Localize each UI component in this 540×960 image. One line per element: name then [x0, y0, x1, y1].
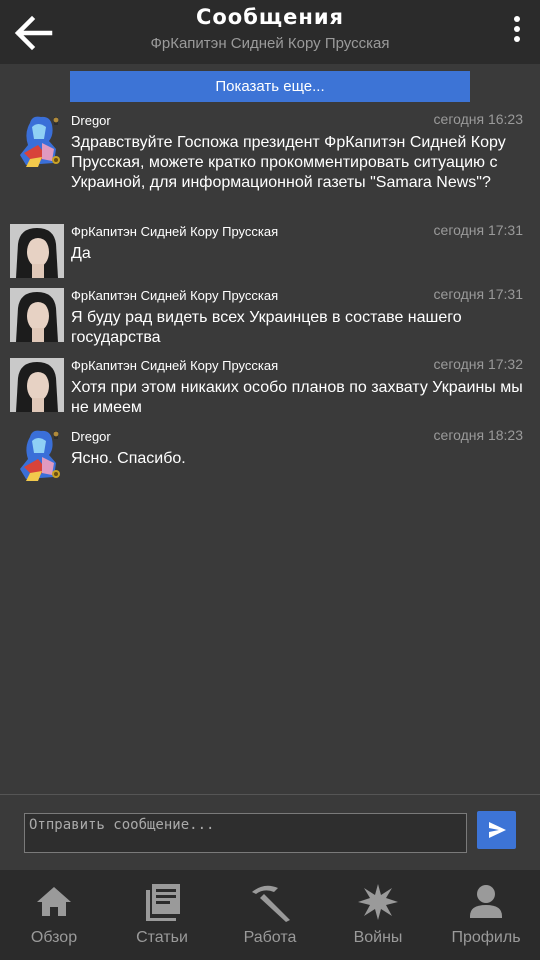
- pickaxe-icon: [252, 885, 290, 922]
- message-time: сегодня 16:23: [433, 111, 523, 127]
- message-author[interactable]: Dregor: [71, 113, 111, 128]
- tab-label: Профиль: [451, 929, 521, 946]
- more-menu-button[interactable]: [512, 16, 522, 48]
- tab-profile[interactable]: Профиль: [432, 870, 540, 960]
- tab-label: Работа: [243, 929, 297, 946]
- articles-icon: [146, 884, 180, 921]
- message-input[interactable]: [24, 813, 467, 853]
- avatar-photo-image: [10, 288, 64, 342]
- message-author[interactable]: ФрКапитэн Сидней Кору Прусская: [71, 288, 278, 303]
- message-time: сегодня 17:31: [433, 222, 523, 238]
- message-time: сегодня 17:32: [433, 356, 523, 372]
- page-title: Сообщения: [195, 5, 345, 29]
- message-author[interactable]: ФрКапитэн Сидней Кору Прусская: [71, 358, 278, 373]
- avatar[interactable]: [10, 358, 64, 412]
- conversation-subtitle: ФрКапитэн Сидней Кору Прусская: [150, 35, 390, 52]
- avatar-photo-image: [10, 358, 64, 412]
- profile-icon: [470, 885, 502, 918]
- avatar[interactable]: [10, 224, 64, 278]
- message-text: Я буду рад видеть всех Украинцев в соста…: [71, 309, 462, 346]
- message-composer: [0, 794, 540, 870]
- message-author[interactable]: ФрКапитэн Сидней Кору Прусская: [71, 224, 278, 239]
- avatar[interactable]: [16, 429, 68, 483]
- message-time: сегодня 18:23: [433, 427, 523, 443]
- tab-work[interactable]: Работа: [216, 870, 324, 960]
- tab-articles[interactable]: Статьи: [108, 870, 216, 960]
- message-author[interactable]: Dregor: [71, 429, 111, 444]
- menu-dot: [514, 26, 520, 32]
- avatar[interactable]: [10, 288, 64, 342]
- avatar-dregor-image: [20, 116, 60, 167]
- message-text: Да: [71, 245, 91, 262]
- bottom-navigation: Обзор Статьи Работа Войны Профиль: [0, 870, 540, 960]
- more-vert-icon: [514, 16, 520, 22]
- tab-label: Статьи: [136, 929, 188, 946]
- message-time: сегодня 17:31: [433, 286, 523, 302]
- message-text: Хотя при этом никаких особо планов по за…: [71, 379, 523, 416]
- tab-label: Войны: [353, 929, 403, 946]
- home-icon: [37, 887, 71, 916]
- send-icon: [489, 822, 506, 838]
- tab-wars[interactable]: Войны: [324, 870, 432, 960]
- message-text: Здравствуйте Госпожа президент ФрКапитэн…: [71, 134, 506, 191]
- show-more-button[interactable]: Показать еще...: [70, 71, 470, 102]
- menu-dot: [514, 36, 520, 42]
- send-button[interactable]: [477, 811, 516, 849]
- tab-overview[interactable]: Обзор: [0, 870, 108, 960]
- avatar-dregor-image: [20, 430, 60, 481]
- explosion-icon: [358, 884, 398, 920]
- app-header: Сообщения ФрКапитэн Сидней Кору Прусская: [0, 0, 540, 64]
- tab-label: Обзор: [30, 929, 78, 946]
- message-text: Ясно. Спасибо.: [71, 450, 186, 467]
- avatar-photo-image: [10, 224, 64, 278]
- avatar[interactable]: [16, 115, 68, 169]
